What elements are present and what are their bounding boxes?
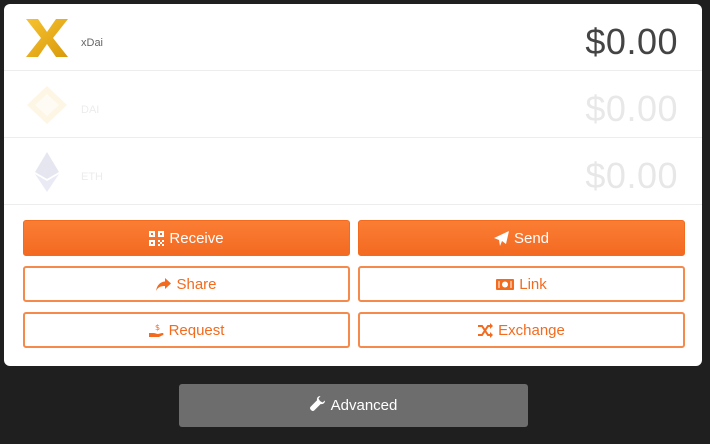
wrench-icon bbox=[309, 396, 325, 415]
asset-balance: $0.00 bbox=[585, 88, 678, 129]
asset-balance: $0.00 bbox=[585, 155, 678, 196]
svg-text:$: $ bbox=[155, 323, 160, 332]
send-button[interactable]: Send bbox=[358, 220, 685, 256]
share-label: Share bbox=[176, 275, 217, 293]
share-arrow-icon bbox=[156, 277, 172, 292]
asset-row-eth[interactable]: ETH $0.00 bbox=[4, 138, 702, 205]
eth-logo-icon bbox=[24, 151, 70, 193]
advanced-label: Advanced bbox=[330, 397, 398, 414]
request-button[interactable]: $ Request bbox=[23, 312, 350, 348]
asset-row-xdai[interactable]: xDai $0.00 bbox=[4, 4, 702, 71]
receive-label: Receive bbox=[169, 229, 224, 247]
link-button[interactable]: Link bbox=[358, 266, 685, 302]
dai-logo-icon bbox=[24, 84, 70, 126]
xdai-logo-icon bbox=[24, 17, 70, 59]
qrcode-icon bbox=[149, 230, 165, 246]
wallet-card: xDai $0.00 DAI $0.00 ETH $0.00 Receive S… bbox=[4, 4, 702, 366]
send-label: Send bbox=[513, 229, 550, 247]
asset-balance: $0.00 bbox=[585, 21, 678, 62]
request-label: Request bbox=[168, 321, 225, 339]
asset-row-dai[interactable]: DAI $0.00 bbox=[4, 71, 702, 138]
exchange-label: Exchange bbox=[498, 321, 565, 339]
paper-plane-icon bbox=[493, 230, 509, 246]
hand-coin-icon: $ bbox=[148, 323, 164, 338]
shuffle-icon bbox=[478, 322, 494, 338]
link-label: Link bbox=[519, 275, 547, 293]
asset-name: ETH bbox=[81, 171, 103, 183]
share-button[interactable]: Share bbox=[23, 266, 350, 302]
receive-button[interactable]: Receive bbox=[23, 220, 350, 256]
asset-name: xDai bbox=[81, 37, 104, 49]
asset-name: DAI bbox=[81, 104, 100, 116]
advanced-button[interactable]: Advanced bbox=[179, 384, 528, 427]
exchange-button[interactable]: Exchange bbox=[358, 312, 685, 348]
money-bill-icon bbox=[496, 277, 515, 292]
